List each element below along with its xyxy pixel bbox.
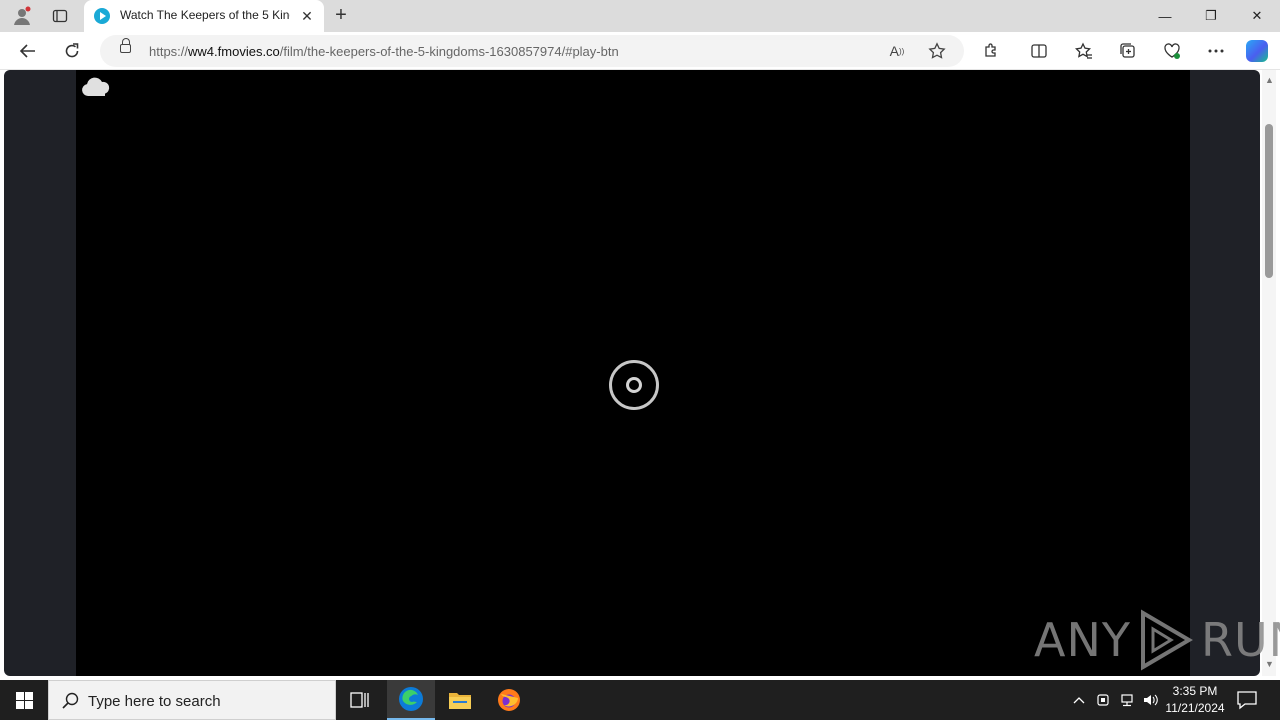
- read-aloud-icon[interactable]: A)): [886, 40, 908, 62]
- active-tab[interactable]: Watch The Keepers of the 5 Kingdoms ✕: [84, 0, 324, 32]
- profile-icon: [14, 6, 31, 25]
- file-explorer-icon: [449, 693, 471, 709]
- watermark-left-text: ANY: [1034, 613, 1131, 667]
- edge-icon: [399, 687, 423, 711]
- tab-title: Watch The Keepers of the 5 Kingdoms: [120, 8, 290, 22]
- search-icon: [62, 692, 79, 709]
- url-prefix: https://: [149, 44, 189, 59]
- notification-icon[interactable]: [1236, 690, 1258, 710]
- cloud-icon: [82, 77, 110, 96]
- tab-actions-button[interactable]: [46, 3, 74, 29]
- search-placeholder: Type here to search: [88, 693, 221, 710]
- favorites-icon[interactable]: [1072, 39, 1096, 63]
- clock-date: 11/21/2024: [1165, 701, 1225, 715]
- collections-icon[interactable]: [1116, 39, 1140, 63]
- back-button[interactable]: [14, 37, 42, 65]
- address-bar[interactable]: https://ww4.fmovies.co/film/the-keepers-…: [100, 35, 964, 67]
- taskbar-firefox[interactable]: [485, 680, 533, 720]
- performance-icon[interactable]: [1160, 39, 1184, 63]
- taskbar-edge[interactable]: [387, 680, 435, 720]
- more-icon[interactable]: [1204, 39, 1228, 63]
- system-clock[interactable]: 3:35 PM 11/21/2024: [1160, 683, 1230, 717]
- close-window-button[interactable]: ✕: [1234, 0, 1280, 32]
- refresh-icon: [65, 43, 79, 58]
- volume-icon[interactable]: [1142, 691, 1160, 709]
- vertical-scrollbar[interactable]: ▲ ▼: [1262, 70, 1276, 676]
- task-view-icon: [350, 692, 369, 708]
- video-player[interactable]: [76, 70, 1190, 676]
- taskbar-search-box[interactable]: Type here to search: [48, 680, 336, 720]
- favorite-star-icon[interactable]: [926, 40, 948, 62]
- site-favicon: [94, 8, 110, 24]
- profile-button[interactable]: [8, 3, 36, 29]
- minimize-button[interactable]: —: [1142, 0, 1188, 32]
- task-view-button[interactable]: [336, 680, 384, 720]
- scrollbar-thumb[interactable]: [1265, 124, 1273, 278]
- firefox-icon: [498, 689, 520, 711]
- restore-button[interactable]: ❐: [1188, 0, 1234, 32]
- url-text[interactable]: https://ww4.fmovies.co/film/the-keepers-…: [149, 44, 619, 59]
- clock-time: 3:35 PM: [1172, 684, 1218, 698]
- windows-logo-icon: [15, 691, 33, 709]
- page-background: [4, 70, 1260, 676]
- network-icon[interactable]: [1118, 691, 1136, 709]
- browser-toolbar: https://ww4.fmovies.co/film/the-keepers-…: [0, 32, 1280, 70]
- split-screen-icon[interactable]: [1027, 39, 1051, 63]
- refresh-button[interactable]: [58, 37, 86, 65]
- play-button[interactable]: [609, 360, 659, 410]
- copilot-icon[interactable]: [1246, 40, 1268, 62]
- tray-device-icon[interactable]: [1094, 691, 1112, 709]
- start-button[interactable]: [0, 680, 48, 720]
- extensions-icon[interactable]: [979, 39, 1003, 63]
- url-path: /film/the-keepers-of-the-5-kingdoms-1630…: [279, 44, 619, 59]
- tab-close-button[interactable]: ✕: [298, 7, 316, 25]
- url-domain: ww4.fmovies.co: [188, 44, 280, 59]
- tab-bar: Watch The Keepers of the 5 Kingdoms ✕ + …: [0, 0, 1280, 32]
- taskbar-file-explorer[interactable]: [436, 680, 484, 720]
- anyrun-watermark: ANY RUN: [1034, 608, 1280, 672]
- watermark-play-icon: [1140, 609, 1193, 671]
- windows-taskbar: Type here to search 3:35 PM 11/21/2024: [0, 680, 1280, 720]
- scroll-up-arrow-icon[interactable]: ▲: [1265, 76, 1274, 85]
- page-viewport: ▲ ▼ ANY RUN: [0, 70, 1280, 678]
- tray-overflow-icon[interactable]: [1070, 691, 1088, 709]
- new-tab-button[interactable]: +: [330, 4, 352, 26]
- watermark-right-text: RUN: [1200, 613, 1280, 667]
- back-arrow-icon: [19, 44, 35, 58]
- lock-icon[interactable]: [120, 38, 131, 53]
- tab-actions-icon: [52, 9, 68, 23]
